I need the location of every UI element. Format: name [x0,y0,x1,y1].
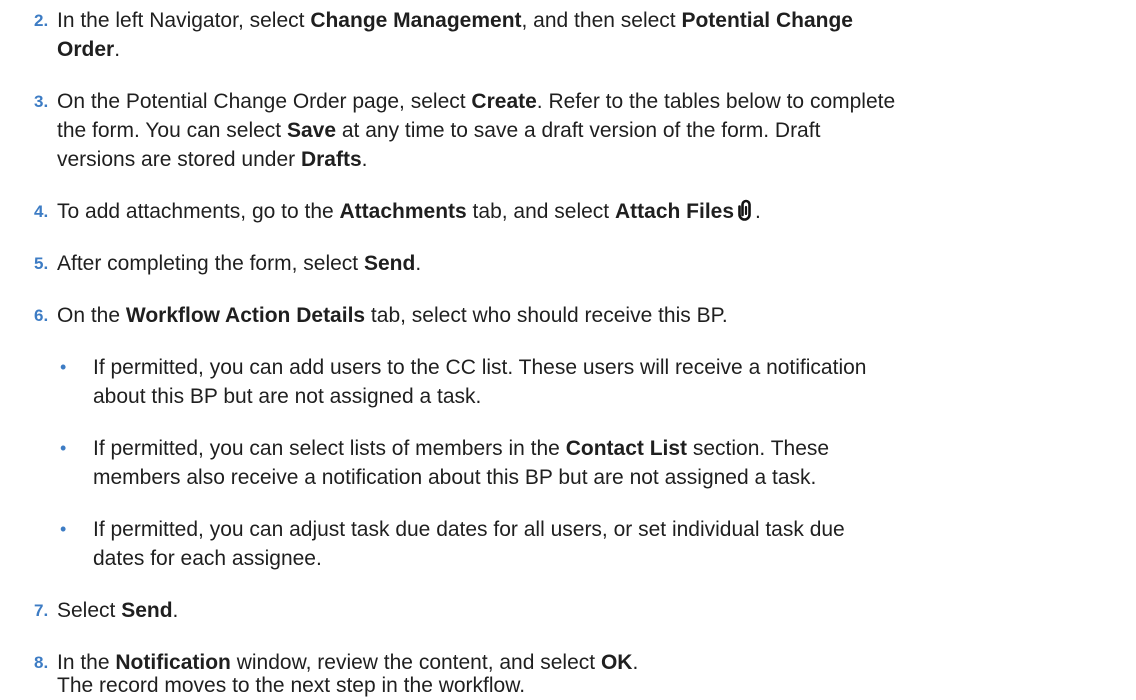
step-number: 5. [34,254,49,273]
step-number: 7. [34,601,49,620]
paperclip-icon [737,199,755,229]
step-text-line: versions are stored under Drafts. [57,148,368,171]
bullet-text-line: members also receive a notification abou… [93,466,817,489]
step-text-line: Select Send. [57,599,179,622]
bullet-icon: • [60,438,67,458]
step-text-line: On the Potential Change Order page, sele… [57,90,896,113]
bullet-text-line: If permitted, you can add users to the C… [93,356,867,379]
step-text-line: On the Workflow Action Details tab, sele… [57,304,728,327]
step-text-line: Order. [57,38,121,61]
step-text-line: the form. You can select Save at any tim… [57,119,821,142]
step-number: 6. [34,306,49,325]
bullet-icon: • [60,519,67,539]
bullet-icon: • [60,357,67,377]
step-number: 3. [34,92,49,111]
step-text-line: To add attachments, go to the Attachment… [57,197,761,229]
bullet-text-line: If permitted, you can select lists of me… [93,437,830,460]
instruction-document: 2. In the left Navigator, select Change … [0,0,1136,700]
step-text-line: In the left Navigator, select Change Man… [57,9,853,32]
step-text-line: The record moves to the next step in the… [57,674,526,697]
bullet-text-line: dates for each assignee. [93,547,322,570]
bullet-text-line: If permitted, you can adjust task due da… [93,518,845,541]
step-number: 8. [34,653,49,672]
bullet-text-line: about this BP but are not assigned a tas… [93,385,482,408]
step-text-line: After completing the form, select Send. [57,252,422,275]
step-number: 4. [34,202,49,221]
step-number: 2. [34,11,49,30]
